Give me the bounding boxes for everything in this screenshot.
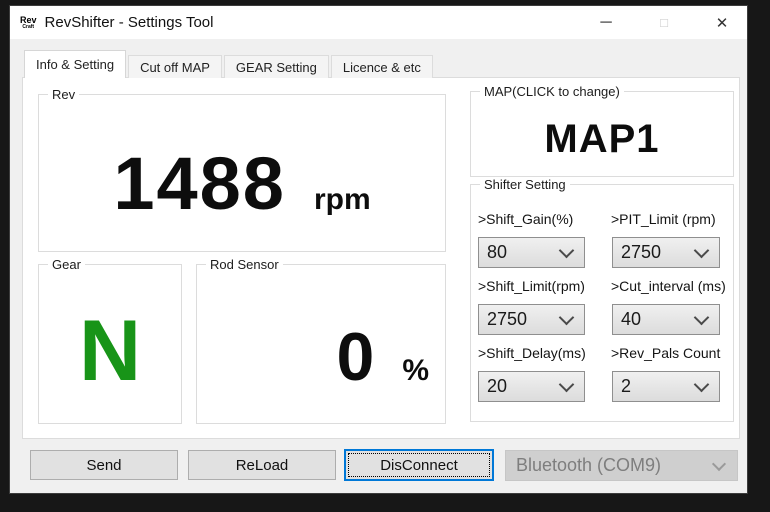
pit-limit-value: 2750	[621, 242, 662, 262]
rev-group-label: Rev	[48, 87, 80, 102]
map-group: MAP(CLICK to change) MAP1	[470, 84, 734, 177]
shift-gain-dropdown[interactable]: 80	[478, 237, 585, 268]
shift-gain-value: 80	[487, 242, 508, 262]
cut-interval-dropdown[interactable]: 40	[612, 304, 720, 335]
rod-sensor-group: Rod Sensor 0 %	[196, 257, 446, 424]
map-value[interactable]: MAP1	[544, 119, 659, 159]
cut-interval-value: 40	[621, 309, 642, 329]
chevron-down-icon	[558, 309, 575, 326]
gear-group: Gear N	[38, 257, 182, 424]
gear-group-label: Gear	[48, 257, 85, 272]
rod-sensor-group-label: Rod Sensor	[206, 257, 283, 272]
tab-info-setting[interactable]: Info & Setting	[24, 50, 127, 78]
rod-sensor-value: 0	[336, 319, 375, 395]
shift-delay-value: 20	[487, 376, 508, 396]
window-title: RevShifter - Settings Tool	[44, 14, 214, 31]
map-selector[interactable]: MAP1	[471, 92, 733, 176]
shift-delay-label: >Shift_Delay(ms)	[478, 345, 586, 361]
com-port-value: Bluetooth (COM9)	[516, 455, 662, 475]
rev-group: Rev 1488 rpm	[38, 87, 446, 252]
tab-cut-off-map[interactable]: Cut off MAP	[128, 55, 222, 78]
tab-strip: Info & Setting Cut off MAP GEAR Setting …	[24, 46, 435, 78]
chevron-down-icon	[558, 376, 575, 393]
shifter-setting-group: Shifter Setting >Shift_Gain(%) 80 >PIT_L…	[470, 177, 734, 422]
close-icon[interactable]: ✕	[699, 6, 745, 39]
shift-limit-label: >Shift_Limit(rpm)	[478, 278, 585, 294]
cut-interval-label: >Cut_interval (ms)	[611, 278, 726, 294]
title-bar[interactable]: Rev Craft RevShifter - Settings Tool ─ □…	[10, 6, 747, 39]
chevron-down-icon	[693, 309, 710, 326]
tab-page-info-setting: Rev 1488 rpm Gear N Rod Sensor 0 % MAP(C…	[22, 77, 740, 439]
pit-limit-label: >PIT_Limit (rpm)	[611, 211, 716, 227]
chevron-down-icon	[693, 242, 710, 259]
chevron-down-icon	[558, 242, 575, 259]
map-group-label: MAP(CLICK to change)	[480, 84, 624, 99]
shift-delay-dropdown[interactable]: 20	[478, 371, 585, 402]
rod-sensor-unit: %	[402, 354, 429, 387]
shift-limit-dropdown[interactable]: 2750	[478, 304, 585, 335]
gear-display: N	[39, 265, 181, 423]
tab-licence-etc[interactable]: Licence & etc	[330, 55, 433, 78]
rev-unit: rpm	[313, 183, 371, 216]
maximize-icon[interactable]: □	[641, 6, 687, 39]
shifter-setting-group-label: Shifter Setting	[480, 177, 570, 192]
minimize-icon[interactable]: ─	[583, 6, 629, 39]
com-port-dropdown: Bluetooth (COM9)	[505, 450, 738, 481]
tab-gear-setting[interactable]: GEAR Setting	[223, 55, 329, 78]
app-logo-bottom: Craft	[22, 23, 35, 30]
chevron-down-icon	[711, 456, 727, 471]
rev-pals-count-value: 2	[621, 376, 632, 396]
rev-display: 1488 rpm	[39, 95, 445, 251]
pit-limit-dropdown[interactable]: 2750	[612, 237, 720, 268]
app-window: Rev Craft RevShifter - Settings Tool ─ □…	[10, 6, 747, 493]
send-button[interactable]: Send	[30, 450, 178, 480]
reload-button[interactable]: ReLoad	[188, 450, 336, 480]
shift-limit-value: 2750	[487, 309, 528, 329]
rev-pals-count-label: >Rev_Pals Count	[611, 345, 721, 361]
gear-value: N	[78, 303, 142, 399]
shift-gain-label: >Shift_Gain(%)	[478, 211, 574, 227]
rev-pals-count-dropdown[interactable]: 2	[612, 371, 720, 402]
rev-value: 1488	[113, 142, 286, 225]
window-controls: ─ □ ✕	[571, 6, 747, 39]
app-logo-icon: Rev Craft	[20, 15, 37, 30]
chevron-down-icon	[693, 376, 710, 393]
disconnect-button[interactable]: DisConnect	[344, 449, 494, 481]
rod-sensor-display: 0 %	[197, 265, 445, 423]
